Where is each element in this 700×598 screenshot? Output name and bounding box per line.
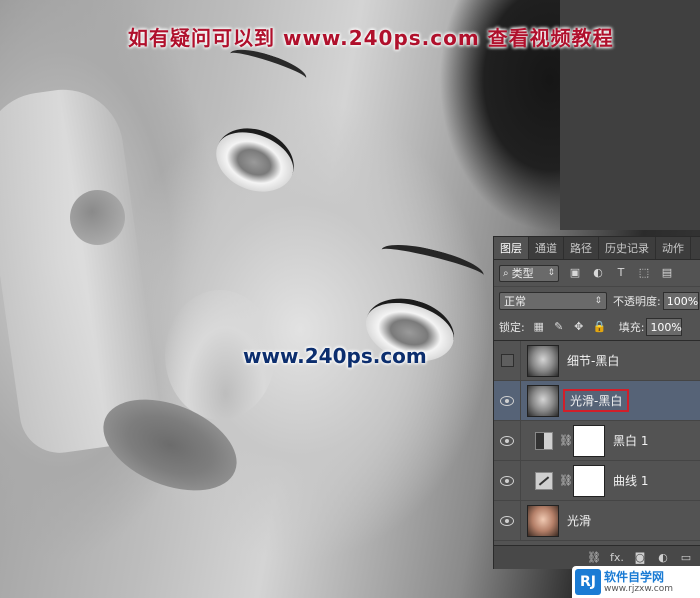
- layers-panel: 图层 通道 路径 历史记录 动作 ⌕ 类型 ⇕ ▣ ◐ T ⬚ ▤ 正常 ⇕ 不…: [493, 236, 700, 569]
- fill-label: 填充:: [618, 321, 645, 334]
- adjustment-filter-icon[interactable]: ◐: [591, 267, 605, 279]
- tab-actions[interactable]: 动作: [656, 237, 691, 259]
- visibility-toggle[interactable]: [494, 341, 521, 380]
- add-mask-icon[interactable]: ◙: [633, 551, 647, 565]
- layer-mask-thumbnail[interactable]: [573, 464, 605, 497]
- fx-icon[interactable]: fx.: [610, 551, 624, 565]
- filter-row: ⌕ 类型 ⇕ ▣ ◐ T ⬚ ▤: [494, 260, 700, 287]
- curves-adjustment-icon: [535, 471, 553, 490]
- opacity-input[interactable]: 100%: [662, 291, 699, 310]
- layer-row[interactable]: ⛓ 黑白 1: [494, 421, 700, 461]
- layer-mask-thumbnail[interactable]: [573, 424, 605, 457]
- visibility-toggle[interactable]: [494, 461, 521, 500]
- fingertip-shape: [70, 190, 125, 245]
- filter-type-select[interactable]: ⌕ 类型 ⇕: [499, 264, 559, 282]
- eye-icon: [500, 395, 514, 406]
- watermark-url: www.rjzxw.com: [604, 584, 673, 594]
- lock-label: 锁定:: [499, 321, 525, 334]
- blend-mode-value: 正常: [504, 294, 526, 308]
- site-watermark: RJ 软件自学网 www.rjzxw.com: [572, 566, 700, 598]
- watermark-logo: RJ: [575, 569, 601, 595]
- middle-caption: www.240ps.com: [243, 344, 427, 368]
- chevron-updown-icon: ⇕: [547, 268, 555, 278]
- black-white-adjustment-icon: [535, 431, 553, 450]
- eye-icon: [500, 435, 514, 446]
- new-group-icon[interactable]: ▭: [679, 551, 693, 565]
- type-filter-icon[interactable]: T: [614, 267, 628, 279]
- layer-name[interactable]: 黑白 1: [613, 432, 648, 449]
- tab-history[interactable]: 历史记录: [599, 237, 656, 259]
- image-filter-icon[interactable]: ▣: [568, 267, 582, 279]
- new-adjustment-icon[interactable]: ◐: [656, 551, 670, 565]
- watermark-text: 软件自学网 www.rjzxw.com: [604, 570, 673, 594]
- layer-thumbnail: [527, 344, 559, 377]
- chain-link-icon[interactable]: ⛓: [559, 474, 573, 487]
- layer-thumbnail: [527, 384, 559, 417]
- layer-row[interactable]: 光滑-黑白: [494, 381, 700, 421]
- eye-icon: [500, 475, 514, 486]
- smart-filter-icon[interactable]: ▤: [660, 267, 674, 279]
- visibility-off-box: [500, 354, 514, 367]
- lock-move-icon[interactable]: ✥: [573, 321, 585, 333]
- layer-row[interactable]: 细节-黑白: [494, 341, 700, 381]
- chain-link-icon[interactable]: ⛓: [559, 434, 573, 447]
- fill-input[interactable]: 100%: [646, 318, 683, 336]
- blend-row: 正常 ⇕ 不透明度: 100%: [494, 287, 700, 314]
- blend-mode-select[interactable]: 正常 ⇕: [499, 291, 607, 310]
- eye-icon: [500, 515, 514, 526]
- lock-row: 锁定: ▦ ✎ ✥ 🔒 填充: 100%: [494, 314, 700, 341]
- visibility-toggle[interactable]: [494, 381, 521, 420]
- lock-all-icon[interactable]: 🔒: [593, 321, 607, 333]
- top-caption: 如有疑问可以到 www.240ps.com 查看视频教程: [128, 26, 614, 50]
- tab-paths[interactable]: 路径: [564, 237, 599, 259]
- tab-layers[interactable]: 图层: [494, 237, 529, 259]
- link-layers-icon[interactable]: ⛓: [587, 551, 601, 565]
- layer-name[interactable]: 细节-黑白: [567, 352, 619, 369]
- visibility-toggle[interactable]: [494, 501, 521, 540]
- watermark-title: 软件自学网: [604, 570, 665, 584]
- layer-row[interactable]: ⛓ 曲线 1: [494, 461, 700, 501]
- search-icon: ⌕: [503, 267, 509, 279]
- layer-name-highlighted[interactable]: 光滑-黑白: [563, 389, 630, 412]
- visibility-toggle[interactable]: [494, 421, 521, 460]
- layer-name[interactable]: 光滑: [567, 512, 591, 529]
- tab-channels[interactable]: 通道: [529, 237, 564, 259]
- layer-list: 细节-黑白 光滑-黑白 ⛓ 黑白 1 ⛓ 曲线 1 光滑: [494, 341, 700, 541]
- panel-tabs: 图层 通道 路径 历史记录 动作: [494, 237, 700, 260]
- lock-brush-icon[interactable]: ✎: [553, 321, 565, 333]
- layer-row[interactable]: 光滑: [494, 501, 700, 541]
- lock-transparent-icon[interactable]: ▦: [533, 321, 545, 333]
- eye-left: [206, 117, 304, 203]
- layer-thumbnail: [527, 504, 559, 537]
- shape-filter-icon[interactable]: ⬚: [637, 267, 651, 279]
- layer-name[interactable]: 曲线 1: [613, 472, 648, 489]
- opacity-label: 不透明度:: [613, 294, 661, 308]
- chevron-updown-icon: ⇕: [594, 295, 602, 306]
- filter-type-label: 类型: [511, 267, 534, 280]
